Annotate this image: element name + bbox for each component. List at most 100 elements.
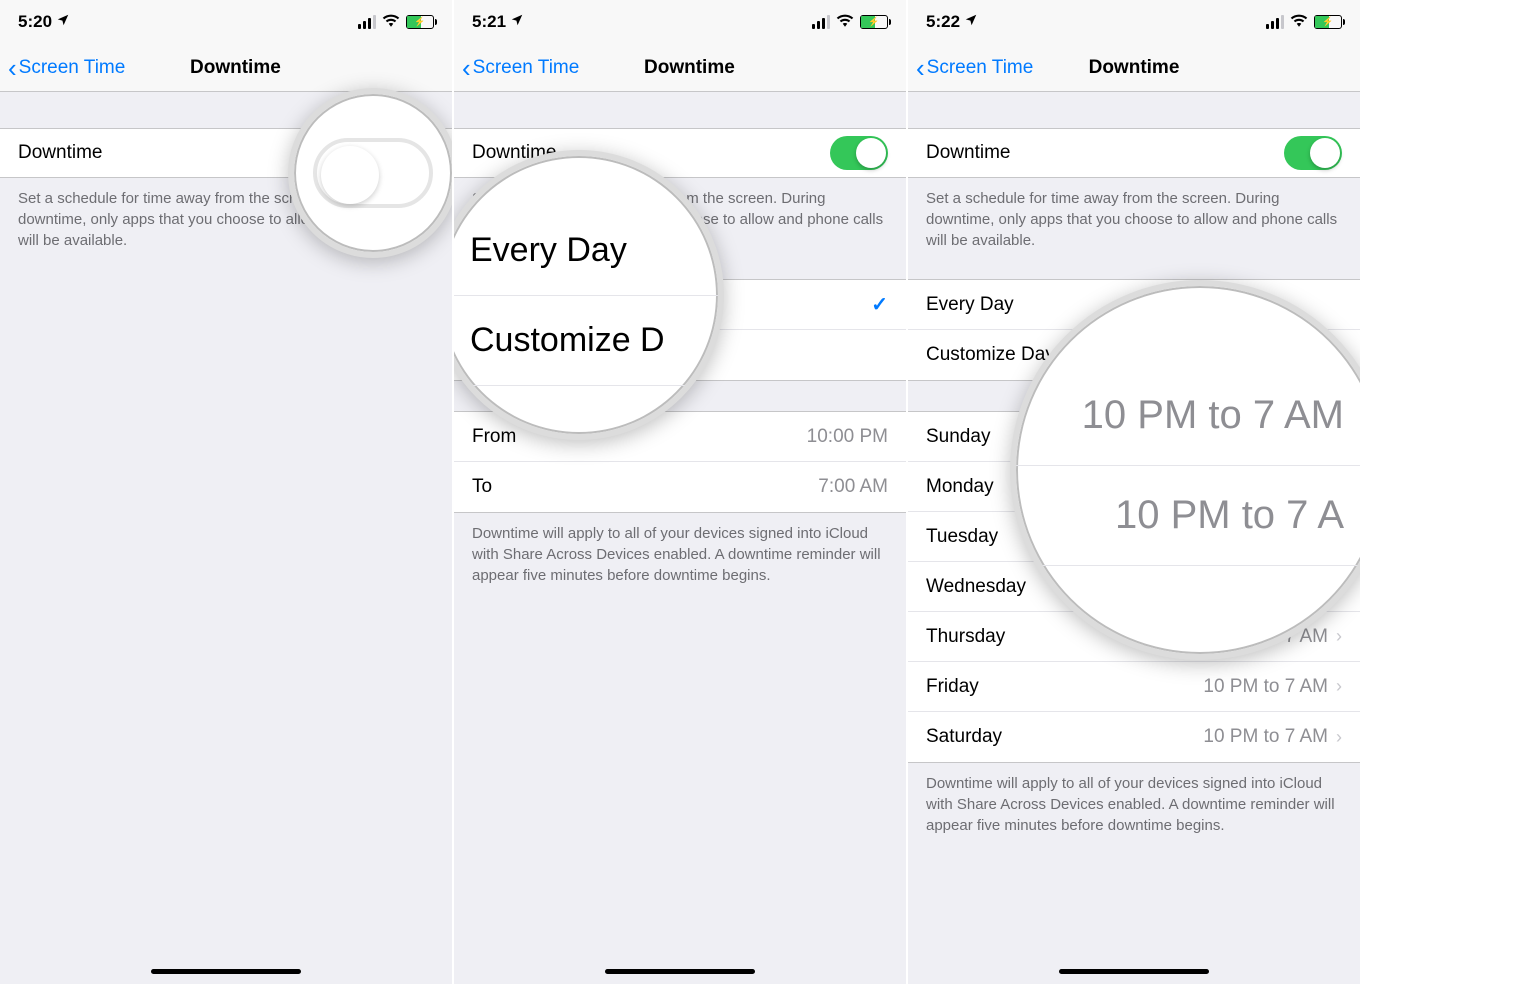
day-row-saturday[interactable]: Saturday 10 PM to 7 AM › (908, 712, 1360, 762)
back-button[interactable]: ‹ Screen Time (462, 55, 579, 81)
to-row[interactable]: To 7:00 AM (454, 462, 906, 512)
day-name: Thursday (926, 626, 1005, 648)
day-time: 10 PM to 7 AM (1203, 526, 1328, 548)
day-row-monday[interactable]: Monday 10 PM to 7 AM › (908, 462, 1360, 512)
day-name: Friday (926, 676, 979, 698)
day-row-tuesday[interactable]: Tuesday 10 PM to 7 AM › (908, 512, 1360, 562)
wifi-icon (382, 13, 400, 32)
downtime-label: Downtime (926, 142, 1010, 164)
status-bar: 5:21 ⚡ (454, 0, 906, 44)
day-time: 10 PM to 7 AM (1203, 476, 1328, 498)
day-row-thursday[interactable]: Thursday 10 PM to 7 AM › (908, 612, 1360, 662)
home-indicator[interactable] (605, 969, 755, 974)
chevron-right-icon: › (1336, 526, 1342, 547)
downtime-footer-2: Downtime will apply to all of your devic… (454, 513, 906, 596)
downtime-toggle[interactable] (376, 136, 434, 170)
phone-screen-3: 5:22 ⚡ ‹ Screen Time Downtime Downtime S… (908, 0, 1362, 984)
back-label: Screen Time (927, 57, 1034, 79)
cellular-icon (812, 15, 830, 29)
day-time: 10 PM to 7 AM (1203, 726, 1328, 748)
page-title: Downtime (190, 57, 281, 79)
downtime-footer: Set a schedule for time away from the sc… (908, 178, 1360, 261)
every-day-label: Every Day (472, 294, 560, 316)
chevron-right-icon: › (1336, 476, 1342, 497)
home-indicator[interactable] (1059, 969, 1209, 974)
day-time: 10 PM to 7 AM (1203, 626, 1328, 648)
customize-days-label: Customize Days (926, 344, 1064, 366)
downtime-footer: Set a schedule for time away from the sc… (454, 178, 906, 261)
day-row-wednesday[interactable]: Wednesday 10 PM to 7 AM › (908, 562, 1360, 612)
chevron-right-icon: › (1336, 576, 1342, 597)
day-name: Saturday (926, 726, 1002, 748)
schedule-mode-group: Every Day Customize Days (908, 279, 1360, 381)
status-bar: 5:22 ⚡ (908, 0, 1360, 44)
nav-bar: ‹ Screen Time Downtime (454, 44, 906, 92)
nav-bar: ‹ Screen Time Downtime (0, 44, 452, 92)
status-bar: 5:20 ⚡ (0, 0, 452, 44)
back-button[interactable]: ‹ Screen Time (8, 55, 125, 81)
phone-screen-1: 5:20 ⚡ ‹ Screen Time Downtime Downtime S… (0, 0, 454, 984)
from-value: 10:00 PM (807, 426, 888, 448)
customize-days-row[interactable]: Customize Days (908, 330, 1360, 380)
from-row[interactable]: From 10:00 PM (454, 412, 906, 462)
page-title: Downtime (1089, 57, 1180, 79)
battery-icon: ⚡ (860, 15, 888, 29)
chevron-right-icon: › (1336, 676, 1342, 697)
status-time: 5:22 (926, 12, 960, 32)
day-name: Sunday (926, 426, 990, 448)
day-name: Wednesday (926, 576, 1026, 598)
day-time: 10 PM to 7 AM (1203, 426, 1328, 448)
day-row-friday[interactable]: Friday 10 PM to 7 AM › (908, 662, 1360, 712)
back-label: Screen Time (19, 57, 126, 79)
chevron-right-icon: › (1336, 626, 1342, 647)
cellular-icon (358, 15, 376, 29)
page-title: Downtime (644, 57, 735, 79)
from-label: From (472, 426, 516, 448)
status-time: 5:21 (472, 12, 506, 32)
downtime-toggle[interactable] (1284, 136, 1342, 170)
downtime-label: Downtime (472, 142, 556, 164)
checkmark-icon: ✓ (871, 292, 888, 317)
every-day-label: Every Day (926, 294, 1014, 316)
downtime-label: Downtime (18, 142, 102, 164)
back-label: Screen Time (473, 57, 580, 79)
downtime-toggle-row[interactable]: Downtime (0, 128, 452, 178)
downtime-footer-2: Downtime will apply to all of your devic… (908, 763, 1360, 846)
location-icon (964, 12, 978, 32)
nav-bar: ‹ Screen Time Downtime (908, 44, 1360, 92)
status-time: 5:20 (18, 12, 52, 32)
chevron-right-icon: › (1336, 727, 1342, 748)
back-button[interactable]: ‹ Screen Time (916, 55, 1033, 81)
day-name: Tuesday (926, 526, 998, 548)
chevron-left-icon: ‹ (462, 55, 471, 81)
downtime-toggle-row[interactable]: Downtime (454, 128, 906, 178)
every-day-row[interactable]: Every Day (908, 280, 1360, 330)
wifi-icon (1290, 13, 1308, 32)
to-label: To (472, 476, 492, 498)
schedule-mode-group: Every Day ✓ Customize Days (454, 279, 906, 381)
days-group: Sunday 10 PM to 7 AM › Monday 10 PM to 7 … (908, 411, 1360, 763)
location-icon (56, 12, 70, 32)
to-value: 7:00 AM (818, 476, 888, 498)
battery-icon: ⚡ (1314, 15, 1342, 29)
location-icon (510, 12, 524, 32)
customize-days-row[interactable]: Customize Days (454, 330, 906, 380)
phone-screen-2: 5:21 ⚡ ‹ Screen Time Downtime Downtime S… (454, 0, 908, 984)
time-range-group: From 10:00 PM To 7:00 AM (454, 411, 906, 513)
downtime-toggle-row[interactable]: Downtime (908, 128, 1360, 178)
downtime-footer: Set a schedule for time away from the sc… (0, 178, 452, 261)
downtime-toggle[interactable] (830, 136, 888, 170)
day-row-sunday[interactable]: Sunday 10 PM to 7 AM › (908, 412, 1360, 462)
every-day-row[interactable]: Every Day ✓ (454, 280, 906, 330)
chevron-left-icon: ‹ (8, 55, 17, 81)
day-name: Monday (926, 476, 994, 498)
home-indicator[interactable] (151, 969, 301, 974)
chevron-left-icon: ‹ (916, 55, 925, 81)
chevron-right-icon: › (1336, 426, 1342, 447)
day-time: 10 PM to 7 AM (1203, 676, 1328, 698)
battery-icon: ⚡ (406, 15, 434, 29)
customize-days-label: Customize Days (472, 344, 610, 366)
wifi-icon (836, 13, 854, 32)
cellular-icon (1266, 15, 1284, 29)
day-time: 10 PM to 7 AM (1203, 576, 1328, 598)
